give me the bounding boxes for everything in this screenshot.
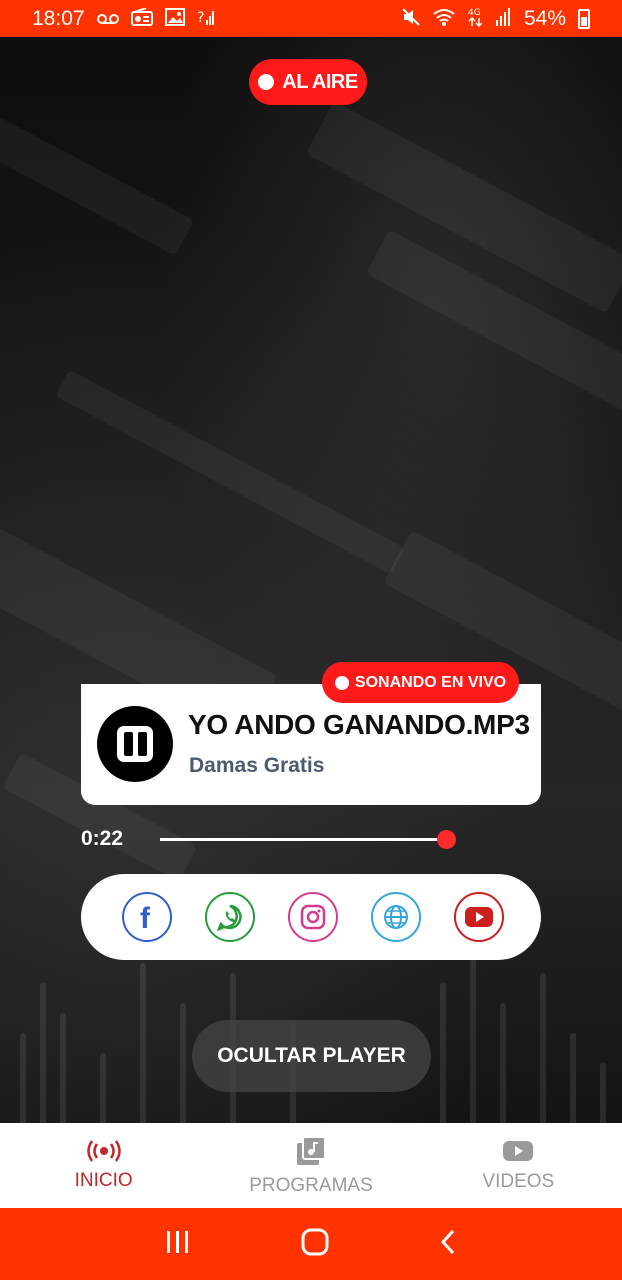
clock: 18:07 [32, 6, 85, 30]
social-bar: f [81, 874, 541, 960]
back-icon[interactable] [439, 1228, 457, 1261]
background-image [0, 37, 622, 1123]
svg-text:f: f [140, 902, 151, 932]
image-icon [164, 8, 185, 29]
status-right: 4G 54% [402, 7, 590, 31]
nav-label-videos: VIDEOS [482, 1170, 555, 1192]
youtube-button[interactable] [454, 892, 504, 942]
home-icon[interactable] [301, 1228, 329, 1261]
signal-icon [495, 8, 512, 29]
recent-apps-icon[interactable] [165, 1230, 191, 1259]
hide-player-button[interactable]: OCULTAR PLAYER [192, 1020, 431, 1092]
progress-bar[interactable] [160, 838, 450, 841]
live-badge: SONANDO EN VIVO [322, 662, 519, 703]
website-button[interactable] [371, 892, 421, 942]
battery-percent: 54% [523, 6, 566, 30]
live-dot-icon [334, 675, 349, 690]
broadcast-icon [86, 1139, 121, 1162]
svg-text:4G: 4G [468, 8, 481, 18]
status-left: 18:07 ? [32, 7, 215, 31]
voicemail-icon [96, 10, 119, 28]
mute-icon [402, 8, 420, 29]
facebook-button[interactable]: f [122, 892, 172, 942]
youtube-icon [503, 1140, 534, 1161]
svg-text:?: ? [197, 10, 204, 26]
4g-icon: 4G [468, 7, 484, 30]
radio-icon [130, 7, 153, 29]
nav-item-videos[interactable]: VIDEOS [415, 1123, 622, 1208]
instagram-icon [300, 904, 326, 930]
pause-icon [117, 726, 153, 762]
signal-alert-icon: ? [197, 8, 215, 29]
instagram-button[interactable] [288, 892, 338, 942]
battery-icon [578, 8, 590, 29]
bottom-nav: INICIO PROGRAMAS VIDEOS [0, 1123, 622, 1208]
song-artist: Damas Gratis [189, 754, 325, 777]
wifi-icon [432, 8, 456, 29]
nav-label-programas: PROGRAMAS [249, 1174, 373, 1196]
pause-button[interactable] [97, 706, 173, 782]
nav-label-inicio: INICIO [74, 1169, 133, 1191]
youtube-icon [465, 907, 493, 927]
globe-icon [384, 905, 408, 929]
song-title: YO ANDO GANANDO.MP3 [188, 709, 530, 740]
nav-item-programas[interactable]: PROGRAMAS [207, 1123, 414, 1208]
elapsed-time: 0:22 [81, 827, 124, 850]
on-air-label: AL AIRE [282, 70, 358, 93]
live-badge-label: SONANDO EN VIVO [354, 673, 507, 691]
nav-item-inicio[interactable]: INICIO [0, 1123, 207, 1208]
music-library-icon [296, 1135, 326, 1165]
on-air-badge: AL AIRE [249, 59, 367, 105]
progress-thumb[interactable] [437, 830, 456, 849]
whatsapp-icon [216, 904, 242, 931]
status-bar: 18:07 ? 4G 54% [0, 0, 622, 37]
system-nav-bar [0, 1208, 622, 1280]
whatsapp-button[interactable] [205, 892, 255, 942]
facebook-icon: f [140, 902, 151, 932]
hide-player-label: OCULTAR PLAYER [217, 1044, 406, 1067]
live-dot-icon [258, 74, 275, 90]
